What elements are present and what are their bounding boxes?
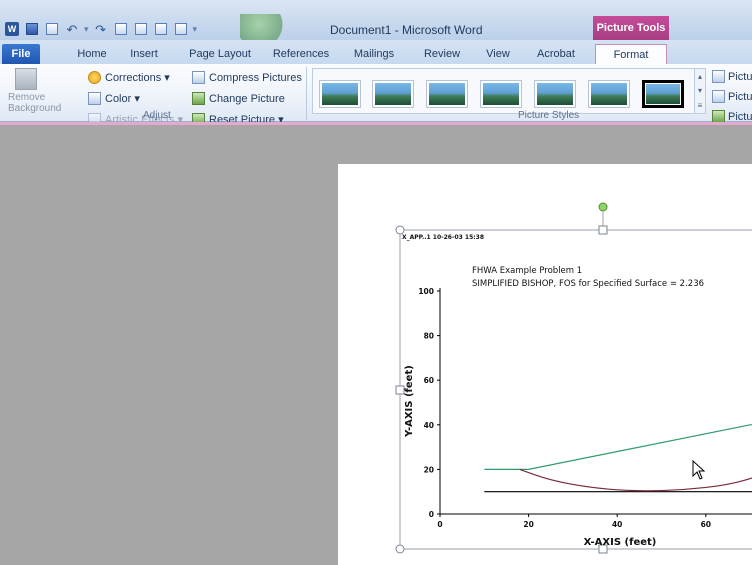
chart-subtitle: SIMPLIFIED BISHOP, FOS for Specified Sur…: [472, 279, 704, 289]
resize-handle-bottom-left[interactable]: [395, 544, 405, 554]
y-tick-label: 40: [424, 421, 434, 430]
x-axis-label: X-AXIS (feet): [584, 537, 657, 548]
y-tick-label: 100: [418, 287, 434, 296]
y-tick-label: 80: [424, 332, 434, 341]
y-tick-label: 20: [424, 465, 434, 474]
y-tick-label: 60: [424, 376, 434, 385]
header-stamp: X_APP..1 10-26-03 15:38: [402, 234, 484, 241]
chart-series-group: [484, 424, 752, 493]
resize-handle-left[interactable]: [395, 385, 405, 395]
inserted-picture[interactable]: X_APP..1 10-26-03 15:38 FHWA Example Pro…: [0, 0, 752, 565]
resize-handle-top[interactable]: [598, 225, 608, 235]
x-tick-label: 40: [612, 520, 622, 529]
resize-handle-top-left[interactable]: [395, 225, 405, 235]
y-axis-label: Y-AXIS (feet): [404, 365, 415, 438]
chart-title: FHWA Example Problem 1: [472, 266, 582, 276]
rotation-handle[interactable]: [598, 202, 608, 212]
mouse-cursor-icon: [692, 460, 706, 480]
y-tick-label: 0: [429, 510, 434, 519]
axis-ticks: 020406080100120140020406080100: [418, 287, 711, 529]
x-tick-label: 20: [523, 520, 533, 529]
series-line-0: [484, 424, 752, 470]
x-tick-label: 0: [437, 520, 442, 529]
picture-selection-frame: [399, 229, 752, 550]
series-line-2: [519, 468, 752, 492]
x-tick-label: 60: [701, 520, 711, 529]
